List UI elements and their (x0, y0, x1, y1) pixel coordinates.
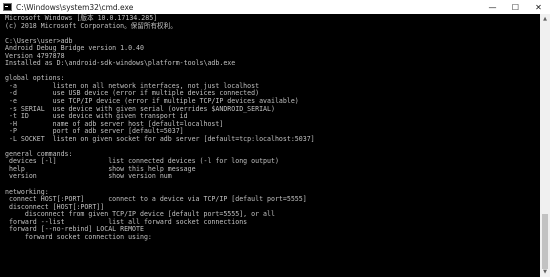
close-button[interactable]: ✕ (527, 0, 550, 14)
scroll-up-icon[interactable]: ▲ (540, 14, 550, 24)
console-line: forward socket connection using: (5, 232, 152, 241)
scroll-down-icon[interactable]: ▼ (540, 267, 550, 277)
console-line: Android Debug Bridge version 1.0.40 (5, 44, 144, 53)
console-line: (c) 2018 Microsoft Corporation。保留所有权利。 (5, 21, 177, 30)
title-bar[interactable]: C:\Windows\system32\cmd.exe — ☐ ✕ (0, 0, 550, 14)
scrollbar-thumb[interactable] (542, 214, 548, 269)
maximize-button[interactable]: ☐ (504, 0, 527, 14)
console-line: version show version num (5, 172, 172, 181)
vertical-scrollbar[interactable]: ▲ ▼ (540, 14, 550, 277)
console-line: -L SOCKET listen on given socket for adb… (5, 134, 315, 143)
console-output[interactable]: Microsoft Windows [版本 10.0.17134.285] (c)… (0, 14, 540, 277)
window-title: C:\Windows\system32\cmd.exe (16, 2, 134, 12)
cmd-app-icon (3, 3, 12, 11)
window-controls: — ☐ ✕ (481, 0, 550, 14)
cmd-window: C:\Windows\system32\cmd.exe — ☐ ✕ Micros… (0, 0, 550, 277)
console-line: Installed as D:\android-sdk-windows\plat… (5, 59, 236, 68)
minimize-button[interactable]: — (481, 0, 504, 14)
